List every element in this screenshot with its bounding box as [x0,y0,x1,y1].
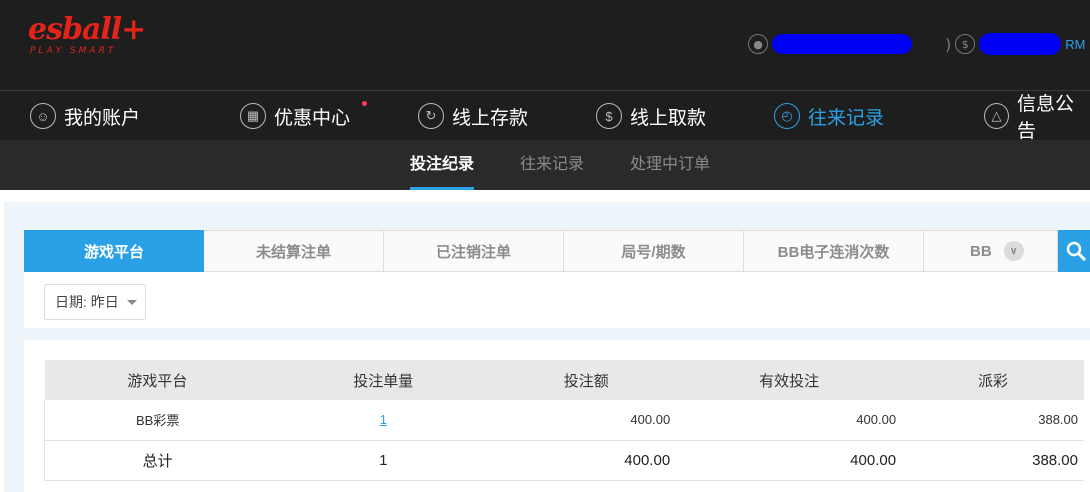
col-header-bet: 投注额 [496,360,677,400]
filter-tab-cancelled[interactable]: 已注销注单 [384,230,564,272]
user-avatar-icon: ● [748,34,768,54]
date-filter-select[interactable]: 日期: 昨日 [44,284,146,320]
cell-total-bet: 400.00 [496,440,677,481]
nav-label: 优惠中心 [274,107,351,129]
nav-label: 往来记录 [808,107,885,129]
logo-tagline: PLAY SMART [30,46,117,56]
caret-down-icon [126,299,137,305]
col-header-payout: 派彩 [902,360,1084,400]
table-header-row: 游戏平台 投注单量 投注额 有效投注 派彩 [44,360,1084,400]
cell-bet: 400.00 [496,400,677,441]
nav-label: 信息公告 [1017,94,1075,142]
record-icon: ◴ [774,103,800,129]
filter-tab-label: BB [970,242,992,260]
cell-count: 1 [270,400,497,441]
sub-nav: 投注纪录 往来记录 处理中订单 [0,140,1090,190]
summary-table: 游戏平台 投注单量 投注额 有效投注 派彩 BB彩票 1 400.00 400.… [44,360,1084,481]
cell-total-label: 总计 [44,440,271,481]
filter-tab-bb-more[interactable]: BB ∨ [924,230,1058,272]
search-icon [1066,241,1086,261]
cell-total-valid-bet: 400.00 [676,440,903,481]
content-area: 游戏平台 未结算注单 已注销注单 局号/期数 BB电子连消次数 BB ∨ 日期:… [0,190,1090,492]
balance-divider: ) [945,34,952,54]
col-header-count: 投注单量 [270,360,497,400]
nav-label: 线上取款 [630,107,707,129]
nav-label: 我的账户 [64,107,141,129]
cell-payout: 388.00 [902,400,1084,441]
esball-logo[interactable]: esball+ PLAY SMART [28,12,146,57]
dollar-icon: $ [955,34,976,54]
summary-card: 游戏平台 投注单量 投注额 有效投注 派彩 BB彩票 1 400.00 400.… [24,340,1090,492]
main-nav: ☺ 我的账户 ▦ 优惠中心 ↻ 线上存款 $ 线上取款 ◴ 往来记录 △ 信息公… [0,90,1090,142]
cell-total-payout: 388.00 [902,440,1084,481]
nav-item-promotions[interactable]: ▦ 优惠中心 [240,91,350,141]
balance-info[interactable]: ) $ RM [945,32,1085,56]
subtab-bet-records[interactable]: 投注纪录 [410,140,475,190]
cell-total-count: 1 [270,440,497,481]
nav-item-withdraw[interactable]: $ 线上取款 [596,91,706,141]
filter-tab-round-number[interactable]: 局号/期数 [564,230,744,272]
currency-label: RM [1065,36,1086,52]
logo-wordmark: esball+ [28,12,146,47]
redacted-username [772,34,912,54]
nav-item-my-account[interactable]: ☺ 我的账户 [30,91,140,141]
nav-item-deposit[interactable]: ↻ 线上存款 [418,91,528,141]
filter-card: 游戏平台 未结算注单 已注销注单 局号/期数 BB电子连消次数 BB ∨ 日期:… [24,230,1090,328]
col-header-platform: 游戏平台 [44,360,271,400]
top-bar: esball+ PLAY SMART ● ) $ RM [0,0,1090,90]
table-total-row: 总计 1 400.00 400.00 388.00 [44,440,1084,481]
account-info[interactable]: ● [748,32,912,56]
redacted-balance [979,33,1062,55]
filter-tab-game-platform[interactable]: 游戏平台 [24,230,204,272]
subtab-transactions[interactable]: 往来记录 [520,140,584,190]
count-link[interactable]: 1 [380,412,387,427]
withdraw-icon: $ [596,103,622,129]
chevron-down-icon[interactable]: ∨ [1003,241,1024,261]
deposit-icon: ↻ [418,103,444,129]
notification-dot [362,101,367,106]
nav-item-records[interactable]: ◴ 往来记录 [774,91,884,141]
filter-tabs: 游戏平台 未结算注单 已注销注单 局号/期数 BB电子连消次数 BB ∨ [24,230,1090,272]
col-header-valid-bet: 有效投注 [676,360,903,400]
filter-tab-unsettled[interactable]: 未结算注单 [204,230,384,272]
gift-icon: ▦ [240,103,266,129]
user-icon: ☺ [30,103,56,129]
cell-valid-bet: 400.00 [676,400,903,441]
bell-icon: △ [984,103,1010,129]
nav-item-announcements[interactable]: △ 信息公告 [984,91,1090,142]
search-button[interactable] [1058,230,1090,272]
table-row: BB彩票 1 400.00 400.00 388.00 [44,400,1084,441]
subtab-pending-orders[interactable]: 处理中订单 [630,140,710,190]
date-filter-label: 日期: 昨日 [55,294,119,310]
nav-label: 线上存款 [452,107,529,129]
filter-tab-bb-combo[interactable]: BB电子连消次数 [744,230,924,272]
cell-platform: BB彩票 [44,400,271,441]
